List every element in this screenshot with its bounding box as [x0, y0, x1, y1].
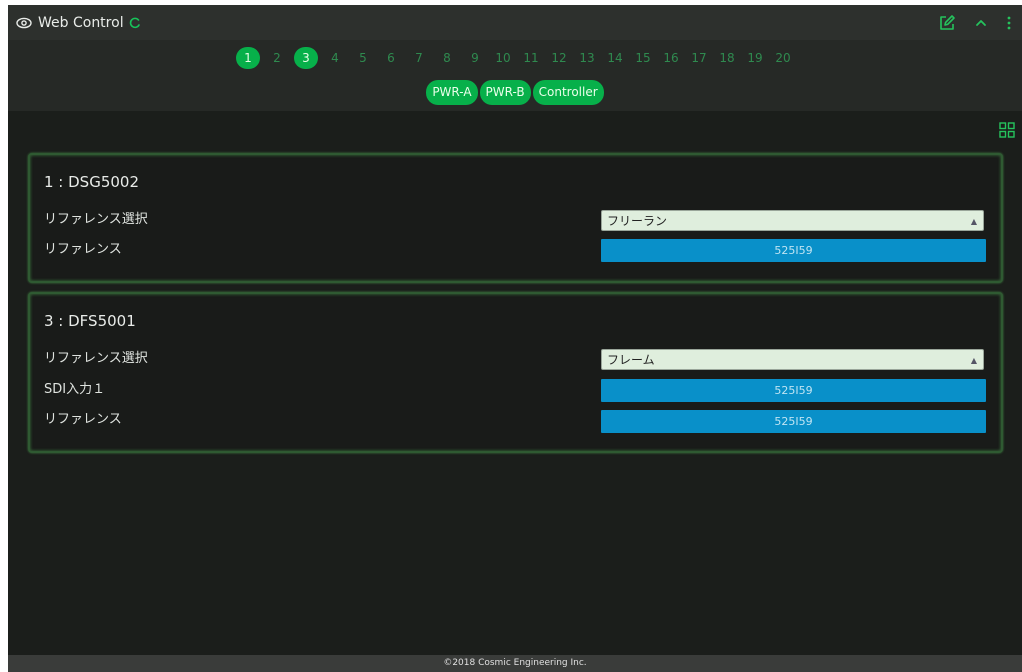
app-window: Web Control 1 2 3 4 5 6 7 8 9 10 11 12 1… — [8, 5, 1022, 672]
page-button-18[interactable]: 18 — [716, 51, 738, 65]
reference-value: 525I59 — [601, 410, 986, 433]
page-button-12[interactable]: 12 — [548, 51, 570, 65]
page-button-13[interactable]: 13 — [576, 51, 598, 65]
tab-pwr-b[interactable]: PWR-B — [479, 80, 531, 105]
page-selector-bar: 1 2 3 4 5 6 7 8 9 10 11 12 13 14 15 16 1… — [8, 40, 1022, 111]
reference-label: リファレンス — [44, 242, 122, 257]
sdi-input-label: SDI入力１ — [44, 382, 106, 397]
page-button-17[interactable]: 17 — [688, 51, 710, 65]
page-button-11[interactable]: 11 — [520, 51, 542, 65]
page-button-3[interactable]: 3 — [294, 47, 318, 69]
page-button-16[interactable]: 16 — [660, 51, 682, 65]
card-title: 1 : DSG5002 — [44, 173, 140, 191]
title-bar: Web Control — [8, 5, 1022, 40]
sdi-input-value: 525I59 — [601, 379, 986, 402]
select-arrow-icon: ▲ — [970, 217, 977, 226]
page-button-8[interactable]: 8 — [436, 51, 458, 65]
page-button-2[interactable]: 2 — [266, 51, 288, 65]
title-actions — [938, 5, 1012, 40]
reference-select-label: リファレンス選択 — [44, 351, 148, 366]
app-title: Web Control — [38, 14, 124, 31]
device-tab-list: PWR-A PWR-B Controller — [8, 80, 1022, 105]
select-arrow-icon: ▲ — [970, 356, 977, 365]
page-button-9[interactable]: 9 — [464, 51, 486, 65]
edit-icon[interactable] — [938, 14, 956, 32]
page-button-5[interactable]: 5 — [352, 51, 374, 65]
page-button-20[interactable]: 20 — [772, 51, 794, 65]
tab-pwr-a[interactable]: PWR-A — [426, 80, 478, 105]
reference-select[interactable]: フレーム ▲ — [601, 349, 984, 370]
title-group: Web Control — [16, 15, 141, 31]
page-button-7[interactable]: 7 — [408, 51, 430, 65]
footer-copyright: ©2018 Cosmic Engineering Inc. — [8, 655, 1022, 672]
eye-icon[interactable] — [16, 15, 32, 31]
page-button-10[interactable]: 10 — [492, 51, 514, 65]
reference-label: リファレンス — [44, 412, 122, 427]
reference-select-label: リファレンス選択 — [44, 212, 148, 227]
page-number-list: 1 2 3 4 5 6 7 8 9 10 11 12 13 14 15 16 1… — [8, 47, 1022, 69]
page-button-1[interactable]: 1 — [236, 47, 260, 69]
page-button-6[interactable]: 6 — [380, 51, 402, 65]
loading-spinner-icon — [129, 17, 141, 29]
reference-select-value: フレーム — [607, 353, 655, 367]
card-title: 3 : DFS5001 — [44, 312, 136, 330]
page-button-14[interactable]: 14 — [604, 51, 626, 65]
page-button-15[interactable]: 15 — [632, 51, 654, 65]
reference-value: 525I59 — [601, 239, 986, 262]
page-button-19[interactable]: 19 — [744, 51, 766, 65]
chevron-up-icon[interactable] — [974, 16, 988, 30]
more-vertical-icon[interactable] — [1006, 15, 1012, 31]
reference-select-value: フリーラン — [607, 214, 668, 228]
reference-select[interactable]: フリーラン ▲ — [601, 210, 984, 231]
page-button-4[interactable]: 4 — [324, 51, 346, 65]
tab-controller[interactable]: Controller — [532, 80, 604, 105]
device-card-dfs5001: 3 : DFS5001 リファレンス選択 フレーム ▲ SDI入力１ 525I5… — [28, 292, 1003, 453]
grid-view-icon[interactable] — [999, 122, 1015, 138]
device-card-dsg5002: 1 : DSG5002 リファレンス選択 フリーラン ▲ リファレンス 525I… — [28, 153, 1003, 283]
